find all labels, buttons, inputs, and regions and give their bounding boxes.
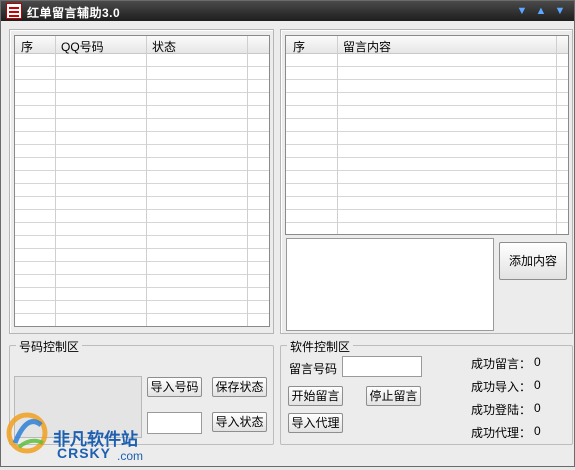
column-divider [146, 36, 147, 326]
number-control-title: 号码控制区 [16, 338, 83, 355]
software-control-title: 软件控制区 [287, 338, 354, 355]
stat-success-proxies-label: 成功代理： [471, 426, 532, 440]
column-divider [247, 36, 248, 326]
left-list-pane: 序 QQ号码 状态 [9, 29, 274, 334]
import-numbers-button[interactable]: 导入号码 [147, 377, 202, 397]
stat-success-logins-value: 0 [534, 401, 541, 415]
import-proxy-button[interactable]: 导入代理 [288, 413, 343, 433]
col-status[interactable]: 状态 [152, 38, 176, 55]
watermark-domain: CRSKY [57, 445, 112, 461]
col-index[interactable]: 序 [21, 38, 33, 55]
stat-success-imports-label: 成功导入： [471, 380, 532, 394]
minimize-icon[interactable]: ▼ [515, 4, 529, 18]
stat-success-imports-value: 0 [534, 378, 541, 392]
restore-icon[interactable]: ▲ [534, 4, 548, 18]
right-list-pane: 序 留言内容 添加内容 [280, 29, 573, 334]
add-content-button[interactable]: 添加内容 [499, 242, 567, 280]
import-status-button[interactable]: 导入状态 [212, 412, 267, 432]
stat-success-messages-value: 0 [534, 355, 541, 369]
message-number-input[interactable] [342, 356, 422, 377]
column-divider [337, 36, 338, 234]
message-list-header: 序 留言内容 [286, 36, 568, 54]
stat-success-proxies-value: 0 [534, 424, 541, 438]
qq-list-rows [15, 54, 269, 326]
window-title: 红单留言辅助3.0 [27, 6, 121, 20]
message-list-rows [286, 54, 568, 234]
stat-success-messages-label: 成功留言： [471, 357, 532, 371]
column-divider [556, 36, 557, 234]
column-divider [55, 36, 56, 326]
col-message-content[interactable]: 留言内容 [343, 38, 391, 55]
start-message-button[interactable]: 开始留言 [288, 386, 343, 406]
qq-list-header: 序 QQ号码 状态 [15, 36, 269, 54]
main-window: 红单留言辅助3.0 ▼ ▲ ▼ 序 QQ号码 状态 序 留言内容 添加内容 号码… [0, 0, 575, 467]
stat-success-logins-label: 成功登陆： [471, 403, 532, 417]
message-number-label: 留言号码 [289, 362, 338, 376]
col-qq-number[interactable]: QQ号码 [61, 38, 104, 55]
message-content-list[interactable]: 序 留言内容 [285, 35, 569, 235]
save-status-button[interactable]: 保存状态 [212, 377, 267, 397]
message-content-textarea[interactable] [286, 238, 494, 331]
app-icon [6, 3, 22, 19]
title-bar[interactable]: 红单留言辅助3.0 ▼ ▲ ▼ [1, 1, 574, 21]
maximize-icon[interactable]: ▼ [553, 4, 567, 18]
qq-number-list[interactable]: 序 QQ号码 状态 [14, 35, 270, 327]
software-control-group: 软件控制区 留言号码 开始留言 停止留言 导入代理 成功留言： 0 成功导入： … [280, 338, 573, 445]
col-index[interactable]: 序 [293, 38, 305, 55]
watermark-suffix: .com [117, 449, 144, 463]
crsky-watermark: 非凡软件站 CRSKY .com [1, 403, 161, 467]
stop-message-button[interactable]: 停止留言 [366, 386, 421, 406]
